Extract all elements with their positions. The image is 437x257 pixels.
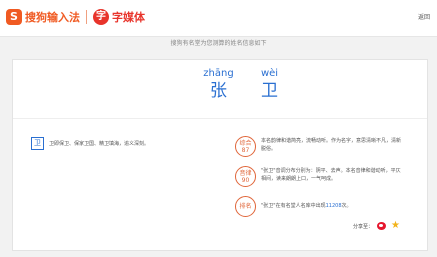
score-value: 90 xyxy=(241,176,250,184)
pinyin: wèi xyxy=(260,68,279,79)
page-subtitle: 搜狗有名堂为您测算的姓名信息如下 xyxy=(170,40,267,47)
rank-text-prefix: "张卫"在有名堂人名库中出现 xyxy=(261,203,326,209)
star-icon[interactable]: ★ xyxy=(391,221,400,231)
sogou-logo-icon: S xyxy=(6,9,22,25)
score-overall: 综合 87 本名韵律和谐简亮，流畅动听。作为名字，意思清晰不凡，清新脱俗。 xyxy=(235,136,401,157)
divider xyxy=(13,118,427,119)
char-badge: 卫 xyxy=(31,137,44,150)
share-label: 分享至： xyxy=(353,223,374,230)
meaning-section: 卫 卫即保卫、保家卫国、精卫填海，追义深刻。 xyxy=(31,137,149,150)
score-value: 87 xyxy=(241,146,250,154)
score-rank: 排名 "张卫"在有名堂人名库中出现11208次。 xyxy=(235,196,401,217)
zimeiti-logo-icon: 字 xyxy=(93,9,109,25)
top-bar: S 搜狗输入法 字 字媒体 返回 xyxy=(0,0,437,37)
rank-text-suffix: 次。 xyxy=(341,203,352,209)
logo-divider xyxy=(86,10,87,24)
result-card: zhāng 张 wèi 卫 卫 卫即保卫、保家卫国、精卫填海，追义深刻。 综合 … xyxy=(12,59,428,251)
score-ring: 音律 90 xyxy=(235,166,256,187)
name-display: zhāng 张 wèi 卫 xyxy=(193,68,295,102)
meaning-text: 卫即保卫、保家卫国、精卫填海，追义深刻。 xyxy=(49,141,150,147)
logo2-text: 字媒体 xyxy=(112,11,145,24)
pinyin: zhāng xyxy=(203,68,234,79)
score-label: 音律 xyxy=(239,169,252,177)
score-label: 综合 xyxy=(239,139,252,147)
logo-text: 搜狗输入法 xyxy=(25,11,80,24)
score-ring: 排名 xyxy=(235,196,256,217)
hanzi: 张 xyxy=(210,81,227,101)
score-ring: 综合 87 xyxy=(235,136,256,157)
name-char: zhāng 张 xyxy=(193,68,244,102)
weibo-icon[interactable] xyxy=(377,222,387,230)
rank-count: 11208 xyxy=(325,203,342,209)
share-row: 分享至： ★ xyxy=(353,221,400,231)
score-label: 排名 xyxy=(239,203,252,210)
hanzi: 卫 xyxy=(261,81,278,101)
name-char: wèi 卫 xyxy=(244,68,295,102)
score-description: "张卫"在有名堂人名库中出现11208次。 xyxy=(261,196,401,210)
score-description: "张卫"音调分布分别为：阴平、去声。本名音律和谐动听，平仄相间，读来朗朗上口，一… xyxy=(261,168,401,182)
back-link[interactable]: 返回 xyxy=(418,12,430,21)
score-description: 本名韵律和谐简亮，流畅动听。作为名字，意思清晰不凡，清新脱俗。 xyxy=(261,138,402,152)
score-rhythm: 音律 90 "张卫"音调分布分别为：阴平、去声。本名音律和谐动听，平仄相间，读来… xyxy=(235,166,401,187)
logo[interactable]: S 搜狗输入法 字 字媒体 xyxy=(6,9,145,25)
